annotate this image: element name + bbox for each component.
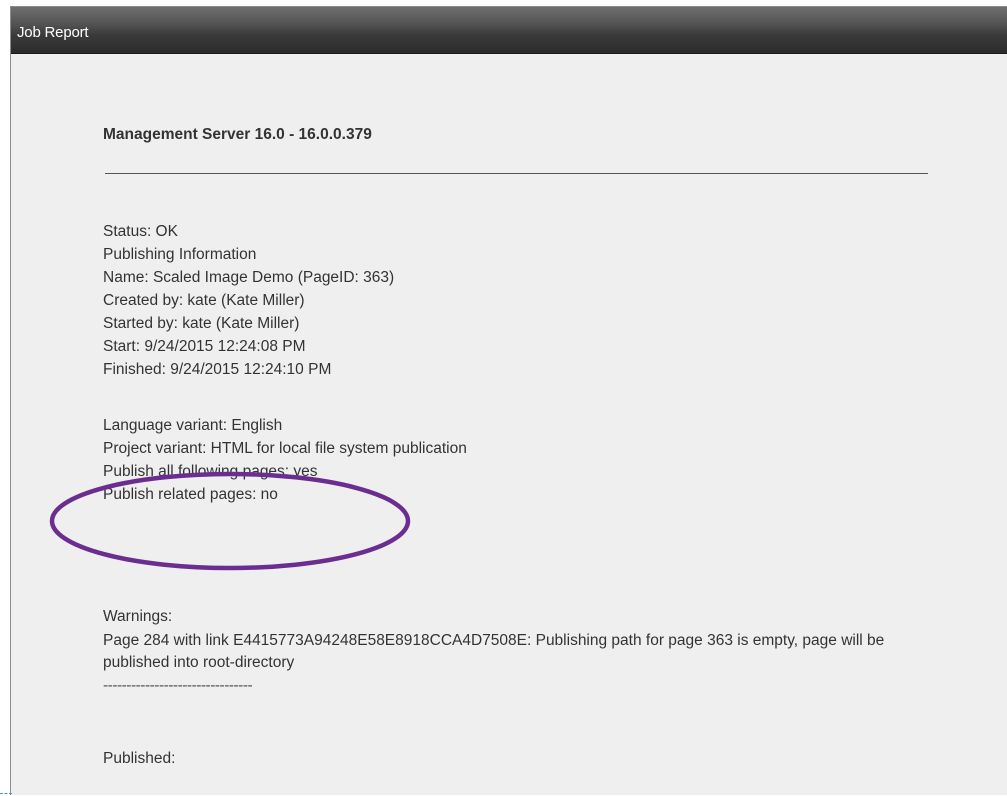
language-variant-line: Language variant: English [103, 417, 283, 434]
job-report-window: Job Report Management Server 16.0 - 16.0… [10, 6, 1007, 795]
bottom-edge-marker [0, 791, 12, 794]
publish-following-line: Publish all following pages: yes [103, 463, 318, 480]
name-line: Name: Scaled Image Demo (PageID: 363) [103, 269, 395, 286]
status-line: Status: OK [103, 223, 178, 240]
publish-related-line: Publish related pages: no [103, 486, 278, 503]
publishing-info-line: Publishing Information [103, 246, 257, 263]
window-title: Job Report [17, 24, 89, 41]
warning-separator: -------------------------------- [103, 677, 253, 694]
warning-text: Page 284 with link E4415773A94248E58E891… [103, 632, 885, 671]
start-line: Start: 9/24/2015 12:24:08 PM [103, 338, 306, 355]
published-label: Published: [103, 750, 176, 767]
created-by-line: Created by: kate (Kate Miller) [103, 292, 305, 309]
project-variant-line: Project variant: HTML for local file sys… [103, 440, 467, 457]
started-by-line: Started by: kate (Kate Miller) [103, 315, 300, 332]
finished-line: Finished: 9/24/2015 12:24:10 PM [103, 361, 332, 378]
heading-divider [105, 173, 928, 174]
report-content: Management Server 16.0 - 16.0.0.379 Stat… [103, 53, 1007, 795]
warnings-label: Warnings: [103, 608, 173, 625]
window-titlebar: Job Report [11, 7, 1007, 54]
report-heading: Management Server 16.0 - 16.0.0.379 [103, 126, 372, 143]
